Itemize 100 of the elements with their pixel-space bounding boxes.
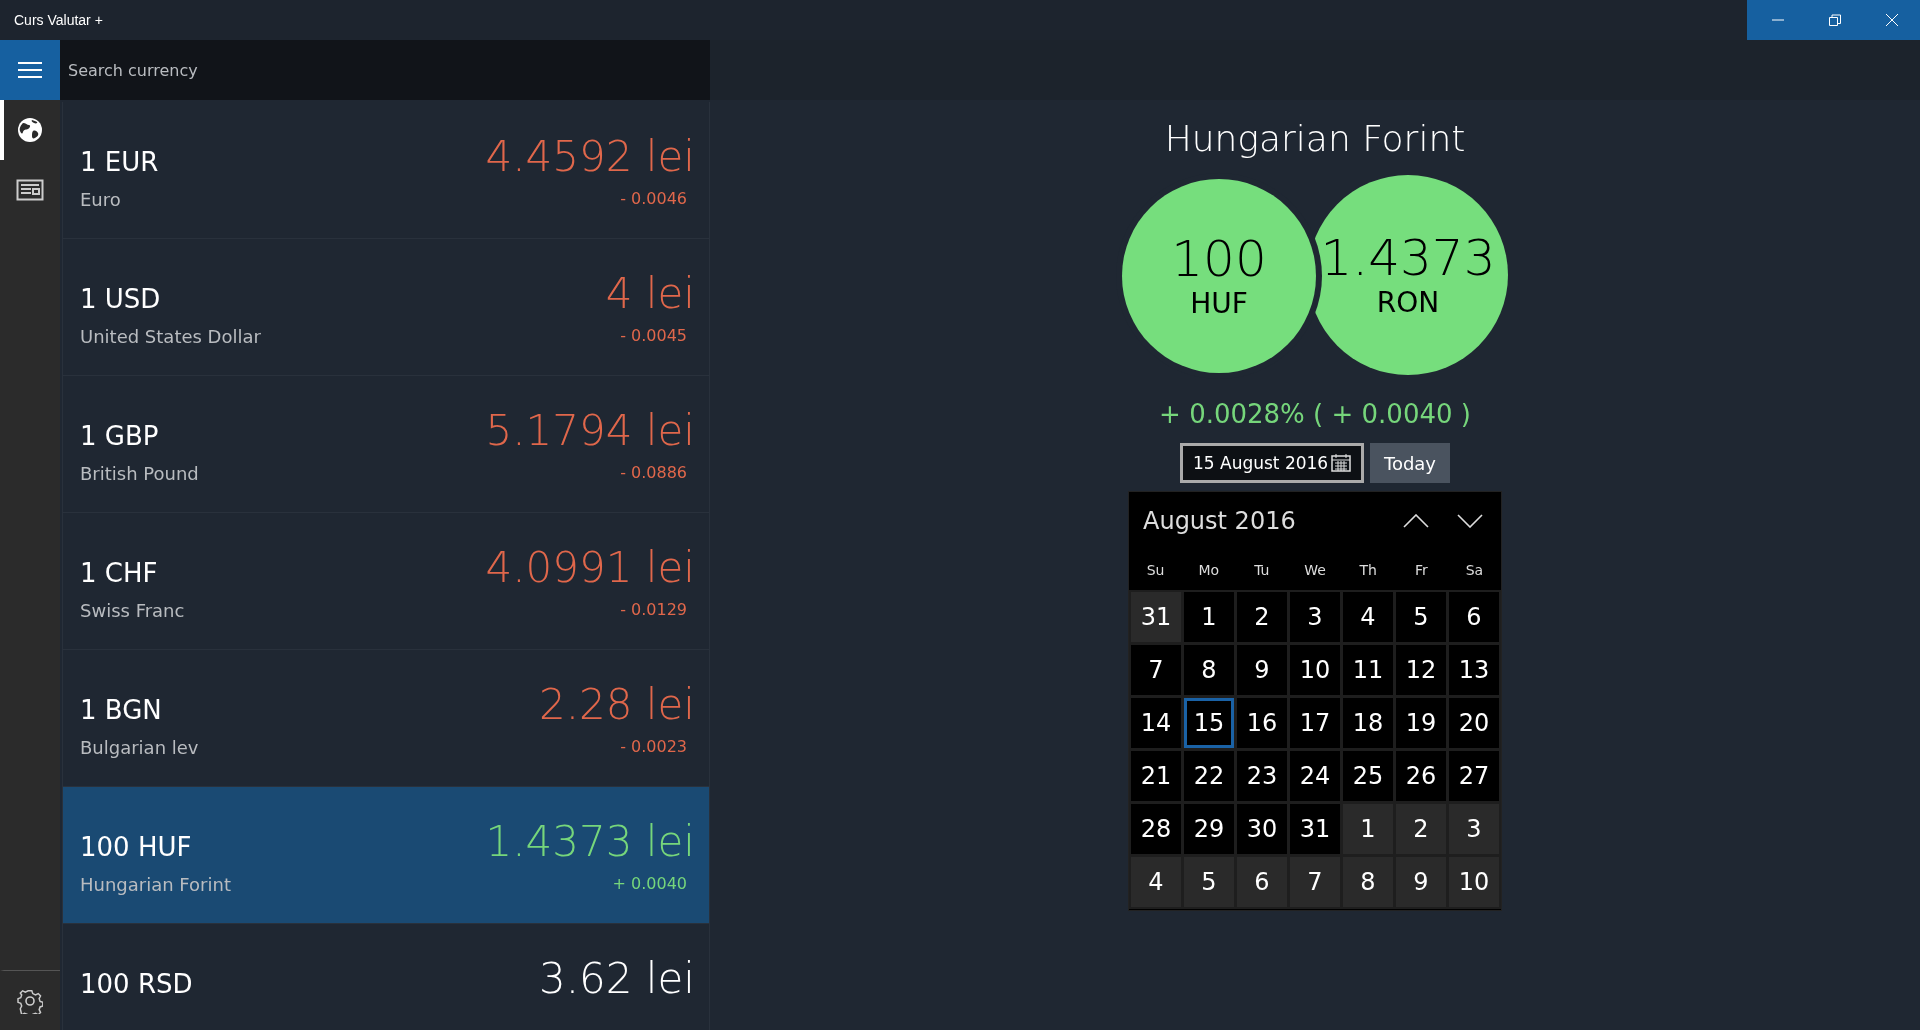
weekday-label: Su: [1145, 562, 1166, 578]
calendar-day[interactable]: 26: [1396, 751, 1446, 801]
calendar-day[interactable]: 10: [1290, 645, 1340, 695]
currency-row[interactable]: 1 GBP 5.1794 lei British Pound - 0.0886: [62, 376, 710, 513]
calendar-day[interactable]: 9: [1396, 857, 1446, 907]
rate-change: - 0.0886: [620, 463, 687, 484]
calendar-day[interactable]: 27: [1449, 751, 1499, 801]
currency-row[interactable]: 100 RSD 3.62 lei: [62, 924, 710, 1030]
calendar-day[interactable]: 28: [1131, 804, 1181, 854]
currency-code: 100 RSD: [80, 969, 193, 999]
today-button[interactable]: Today: [1369, 443, 1451, 483]
amount-code: HUF: [1190, 287, 1248, 320]
exchange-rate: 4.4592 lei: [485, 132, 695, 181]
exchange-rate: 4 lei: [605, 269, 695, 318]
currency-code: 100 HUF: [80, 832, 192, 862]
calendar-day[interactable]: 1: [1343, 804, 1393, 854]
weekday-label: Tu: [1253, 562, 1271, 578]
weekday-label: Sa: [1464, 562, 1485, 578]
calendar-day[interactable]: 29: [1184, 804, 1234, 854]
calendar-day[interactable]: 30: [1237, 804, 1287, 854]
calendar-day[interactable]: 5: [1184, 857, 1234, 907]
calendar-day[interactable]: 9: [1237, 645, 1287, 695]
menu-icon: [17, 61, 43, 79]
calendar-day[interactable]: 14: [1131, 698, 1181, 748]
calendar-day[interactable]: 10: [1449, 857, 1499, 907]
calendar-day[interactable]: 13: [1449, 645, 1499, 695]
month-label: August 2016: [1143, 507, 1297, 535]
calendar-day[interactable]: 12: [1396, 645, 1446, 695]
calendar-day[interactable]: 21: [1131, 751, 1181, 801]
calendar-day[interactable]: 31: [1290, 804, 1340, 854]
calendar-day[interactable]: 2: [1396, 804, 1446, 854]
calendar-day[interactable]: 8: [1184, 645, 1234, 695]
rate-change: - 0.0045: [620, 326, 687, 347]
calendar-day[interactable]: 7: [1131, 645, 1181, 695]
currency-row[interactable]: 1 EUR 4.4592 lei Euro - 0.0046: [62, 102, 710, 239]
date-field[interactable]: 15 August 2016: [1179, 443, 1364, 483]
amount-value: 100: [1171, 232, 1267, 287]
window-title: Curs Valutar +: [13, 12, 103, 28]
exchange-rate: 3.62 lei: [538, 954, 695, 1003]
calendar-day[interactable]: 2: [1237, 592, 1287, 642]
currency-code: 1 EUR: [80, 147, 159, 177]
currency-name: British Pound: [80, 463, 199, 484]
weekday-label: Fr: [1413, 562, 1429, 578]
currency-title: Hungarian Forint: [1164, 118, 1466, 159]
currency-code: 1 USD: [80, 284, 161, 314]
calendar-day[interactable]: 5: [1396, 592, 1446, 642]
calendar-day[interactable]: 4: [1343, 592, 1393, 642]
rate-change: + 0.0040: [612, 874, 687, 895]
rate-change: - 0.0046: [620, 189, 687, 210]
calendar-day[interactable]: 6: [1449, 592, 1499, 642]
weekday-label: We: [1303, 562, 1327, 578]
currency-row[interactable]: 100 HUF 1.4373 lei Hungarian Forint + 0.0040: [62, 787, 710, 924]
calendar-day[interactable]: 23: [1237, 751, 1287, 801]
calendar-day[interactable]: 17: [1290, 698, 1340, 748]
calendar-day[interactable]: 6: [1237, 857, 1287, 907]
calendar-day[interactable]: 3: [1290, 592, 1340, 642]
currency-code: 1 BGN: [80, 695, 162, 725]
currency-name: Euro: [80, 189, 121, 210]
search-field[interactable]: Search currency: [60, 40, 710, 100]
globe-icon: [16, 116, 44, 144]
calendar-day[interactable]: 16: [1237, 698, 1287, 748]
calendar-day[interactable]: 20: [1449, 698, 1499, 748]
calendar-day[interactable]: 11: [1343, 645, 1393, 695]
currency-code: 1 GBP: [80, 421, 159, 451]
currency-row[interactable]: 1 USD 4 lei United States Dollar - 0.0045: [62, 239, 710, 376]
calendar-day[interactable]: 24: [1290, 751, 1340, 801]
exchange-rate: 1.4373 lei: [485, 817, 695, 866]
currency-name: Bulgarian lev: [80, 737, 199, 758]
calendar-day[interactable]: 19: [1396, 698, 1446, 748]
calendar-day[interactable]: 8: [1343, 857, 1393, 907]
calendar-day[interactable]: 4: [1131, 857, 1181, 907]
exchange-rate: 5.1794 lei: [485, 406, 695, 455]
exchange-rate: 2.28 lei: [538, 680, 695, 729]
currency-row[interactable]: 1 BGN 2.28 lei Bulgarian lev - 0.0023: [62, 650, 710, 787]
menu-button[interactable]: [0, 40, 60, 100]
settings-icon: [17, 987, 43, 1014]
restore-icon: [1827, 13, 1842, 27]
currency-name: Swiss Franc: [80, 600, 185, 621]
weekday-label: Mo: [1197, 562, 1221, 578]
result-value: 1.4373: [1320, 231, 1496, 286]
calendar-day[interactable]: 25: [1343, 751, 1393, 801]
rate-change: - 0.0023: [620, 737, 687, 758]
exchange-rate: 4.0991 lei: [485, 543, 695, 592]
change-summary: + 0.0028% ( + 0.0040 ): [1159, 399, 1471, 429]
currency-name: Hungarian Forint: [80, 874, 231, 895]
calendar-day[interactable]: 15: [1184, 698, 1234, 748]
calendar-day[interactable]: 18: [1343, 698, 1393, 748]
currency-code: 1 CHF: [80, 558, 158, 588]
news-icon: [16, 178, 44, 202]
calendar-day[interactable]: 31: [1131, 592, 1181, 642]
close-icon: [1884, 13, 1899, 27]
weekday-label: Th: [1358, 562, 1378, 578]
currency-row[interactable]: 1 CHF 4.0991 lei Swiss Franc - 0.0129: [62, 513, 710, 650]
calendar-icon: [1330, 454, 1351, 472]
calendar-day[interactable]: 1: [1184, 592, 1234, 642]
result-code: RON: [1376, 286, 1440, 319]
calendar-day[interactable]: 7: [1290, 857, 1340, 907]
calendar-day[interactable]: 22: [1184, 751, 1234, 801]
calendar-day[interactable]: 3: [1449, 804, 1499, 854]
currency-name: United States Dollar: [80, 326, 261, 347]
